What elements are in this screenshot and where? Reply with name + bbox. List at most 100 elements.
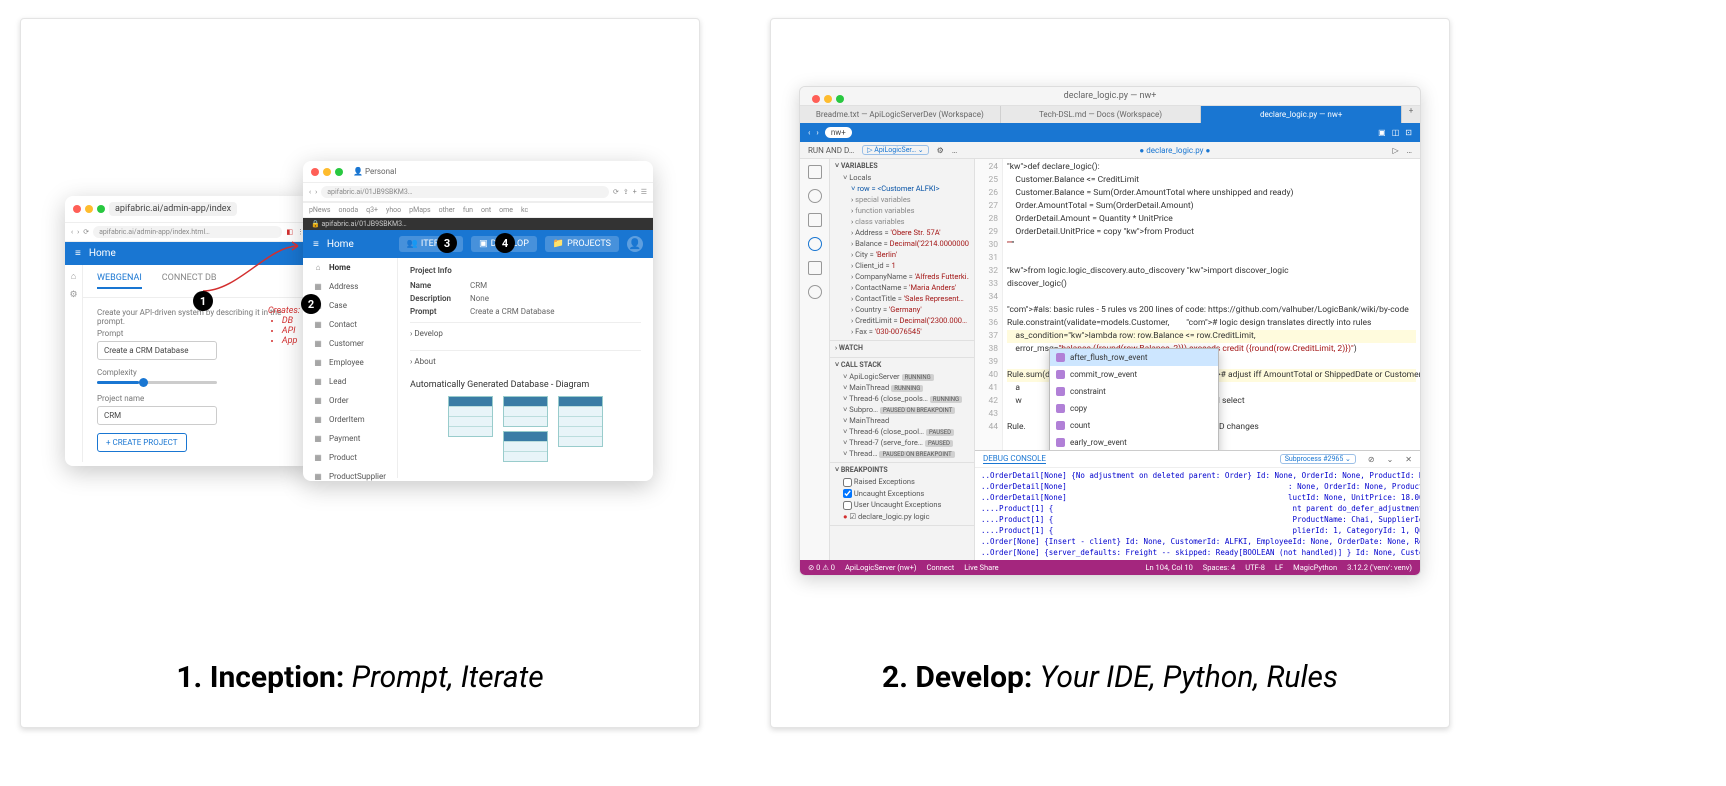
tab-webgenai[interactable]: WEBGENAI: [97, 273, 142, 289]
url-field[interactable]: apifabric.ai/01JB9SBKM3…: [321, 186, 609, 198]
source-control-icon[interactable]: [808, 213, 822, 227]
intellisense-item[interactable]: constraint: [1050, 383, 1218, 400]
var-row[interactable]: › special variables: [835, 194, 969, 205]
callstack-row[interactable]: ˅ Subpro…PAUSED ON BREAKPOINT: [835, 404, 969, 415]
reload-icon[interactable]: ⟳: [83, 228, 89, 236]
bookmark-item[interactable]: pMaps: [409, 206, 430, 214]
sidebar-item[interactable]: ▦Employee: [303, 353, 397, 372]
callstack-row[interactable]: ˅ Thread-6 (close_pools…RUNNING: [835, 393, 969, 404]
section-about[interactable]: › About: [410, 350, 641, 372]
status-item[interactable]: Live Share: [964, 563, 998, 572]
variables-header[interactable]: ˅ VARIABLES: [835, 162, 969, 170]
nav-fwd-icon[interactable]: ›: [315, 188, 317, 196]
plus-icon[interactable]: +: [633, 188, 637, 196]
var-row[interactable]: › Fax = '030-0076545': [835, 326, 969, 337]
var-row[interactable]: › Country = 'Germany': [835, 304, 969, 315]
hamburger-icon[interactable]: ≡: [313, 239, 319, 250]
extensions-icon[interactable]: [808, 261, 822, 275]
nav-fwd-icon[interactable]: ›: [77, 228, 79, 236]
var-row[interactable]: › CreditLimit = Decimal('2300.000…: [835, 315, 969, 326]
extension-icon[interactable]: ◧: [286, 228, 293, 236]
status-item[interactable]: LF: [1275, 563, 1283, 572]
sidebar-item[interactable]: ▦Product: [303, 448, 397, 467]
projects-button[interactable]: 📁 PROJECTS: [545, 236, 619, 252]
callstack-header[interactable]: ˅ CALL STACK: [835, 361, 969, 369]
sidebar-item[interactable]: ▦Customer: [303, 334, 397, 353]
var-row[interactable]: › Balance = Decimal('2214.0000000…: [835, 238, 969, 249]
breakpoint-option[interactable]: User Uncaught Exceptions: [835, 499, 969, 511]
var-row[interactable]: › ContactName = 'Maria Anders': [835, 282, 969, 293]
callstack-row[interactable]: ˅ Thread-7 (serve_fore…PAUSED: [835, 437, 969, 448]
close-icon[interactable]: [73, 205, 81, 213]
section-develop[interactable]: › Develop: [410, 322, 641, 344]
layout-icon[interactable]: ◫: [1392, 128, 1400, 137]
var-row[interactable]: › Address = 'Obere Str. 57A': [835, 227, 969, 238]
nav-back-icon[interactable]: ‹: [71, 228, 73, 236]
console-tab[interactable]: DEBUG CONSOLE: [983, 454, 1046, 464]
status-item[interactable]: UTF-8: [1245, 563, 1265, 572]
bookmark-item[interactable]: onoda: [339, 206, 359, 214]
intellisense-item[interactable]: copy: [1050, 400, 1218, 417]
sidebar-item[interactable]: ▦ProductSupplier: [303, 467, 397, 481]
bookmark-item[interactable]: ont: [481, 206, 491, 214]
status-item[interactable]: Ln 104, Col 10: [1145, 563, 1192, 572]
reload-icon[interactable]: ⟳: [613, 188, 619, 196]
intellisense-item[interactable]: after_flush_row_event: [1050, 349, 1218, 366]
nav-back-icon[interactable]: ‹: [309, 188, 311, 196]
maximize-icon[interactable]: [97, 205, 105, 213]
run-button[interactable]: ▷: [1393, 146, 1399, 155]
clear-icon[interactable]: ⊘: [1368, 455, 1375, 464]
sidebar-item[interactable]: ▦Lead: [303, 372, 397, 391]
minimize-icon[interactable]: [85, 205, 93, 213]
search-center[interactable]: nw+: [825, 127, 852, 138]
nav-fwd-icon[interactable]: ›: [816, 128, 818, 137]
breakpoint-option[interactable]: Raised Exceptions: [835, 476, 969, 488]
bookmark-item[interactable]: kc: [521, 206, 528, 214]
console-output[interactable]: ..OrderDetail[None] {No adjustment on de…: [975, 468, 1420, 560]
collapse-icon[interactable]: ⌄: [1387, 455, 1394, 464]
callstack-row[interactable]: ˅ ApiLogicServerRUNNING: [835, 371, 969, 382]
close-icon[interactable]: ✕: [1405, 455, 1412, 464]
bookmark-item[interactable]: ome: [499, 206, 513, 214]
layout-icon[interactable]: ⊡: [1405, 128, 1412, 137]
intellisense-item[interactable]: count: [1050, 417, 1218, 434]
var-row[interactable]: ˅ row = <Customer ALFKI>: [835, 183, 969, 194]
status-item[interactable]: ApiLogicServer (nw+): [845, 563, 916, 572]
close-icon[interactable]: [311, 168, 319, 176]
home-icon[interactable]: ⌂: [71, 271, 76, 282]
breakpoint-file[interactable]: ● ☑ declare_logic.py logic: [835, 511, 969, 522]
sidebar-item[interactable]: ▦OrderItem: [303, 410, 397, 429]
console-filter[interactable]: Subprocess #2965 ⌄: [1280, 454, 1356, 464]
watch-header[interactable]: › WATCH: [835, 344, 969, 352]
sidebar-item[interactable]: ▦Address: [303, 277, 397, 296]
status-item[interactable]: Connect: [926, 563, 954, 572]
bookmark-item[interactable]: q3+: [366, 206, 378, 214]
profile-label[interactable]: Personal: [365, 167, 396, 176]
sidebar-item[interactable]: ▦Order: [303, 391, 397, 410]
status-item[interactable]: 3.12.2 ('venv': venv): [1347, 563, 1412, 572]
var-row[interactable]: › CompanyName = 'Alfreds Futterki…: [835, 271, 969, 282]
bookmark-item[interactable]: pNews: [309, 206, 331, 214]
add-tab-icon[interactable]: +: [1402, 106, 1420, 123]
browser-tab[interactable]: apifabric.ai/admin-app/index: [109, 202, 237, 216]
create-project-button[interactable]: + CREATE PROJECT: [97, 433, 187, 452]
status-item[interactable]: MagicPython: [1293, 563, 1337, 572]
sidebar-item[interactable]: ▦Contact: [303, 315, 397, 334]
tabs-icon[interactable]: ☰: [641, 188, 647, 196]
layout-icon[interactable]: ▣: [1378, 128, 1386, 137]
callstack-row[interactable]: ˅ Thread-6 (close_pool…PAUSED: [835, 426, 969, 437]
var-row[interactable]: › City = 'Berlin': [835, 249, 969, 260]
intellisense-popup[interactable]: after_flush_row_eventcommit_row_eventcon…: [1049, 348, 1219, 450]
debug-icon[interactable]: [808, 237, 822, 251]
locals-node[interactable]: ˅ Locals: [835, 172, 969, 183]
workspace-tab-active[interactable]: declare_logic.py — nw+: [1201, 106, 1402, 123]
prompt-input[interactable]: Create a CRM Database: [97, 341, 217, 360]
gear-icon[interactable]: ⚙: [69, 290, 77, 300]
breakpoint-option[interactable]: Uncaught Exceptions: [835, 488, 969, 500]
sidebar-item[interactable]: ▦Payment: [303, 429, 397, 448]
search-icon[interactable]: [808, 189, 822, 203]
hamburger-icon[interactable]: ≡: [75, 248, 81, 259]
open-file-tab[interactable]: declare_logic.py: [1146, 146, 1203, 155]
callstack-row[interactable]: ˅ MainThreadRUNNING: [835, 382, 969, 393]
complexity-slider[interactable]: [97, 381, 217, 384]
